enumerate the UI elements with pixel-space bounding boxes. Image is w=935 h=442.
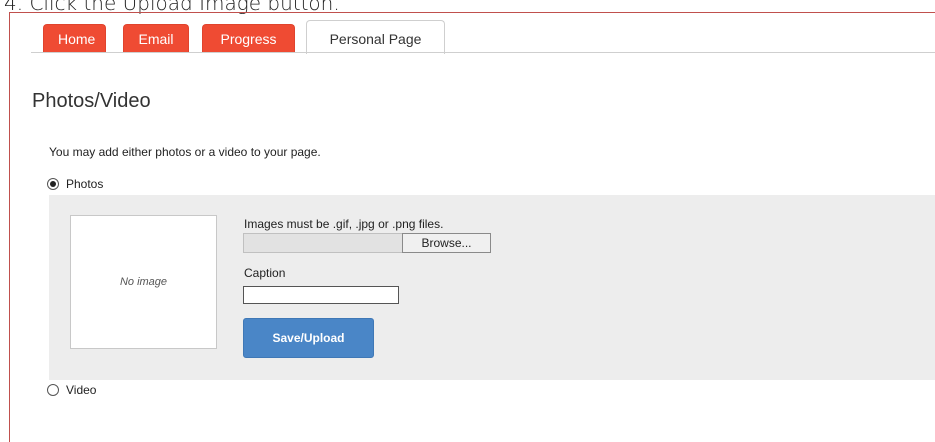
file-type-rules: Images must be .gif, .jpg or .png files. xyxy=(244,217,444,231)
browse-button[interactable]: Browse... xyxy=(402,233,491,253)
video-option[interactable]: Video xyxy=(47,383,96,397)
video-label: Video xyxy=(66,383,97,397)
photos-radio[interactable] xyxy=(47,178,59,190)
tab-bar-divider xyxy=(31,52,935,53)
page-title: Photos/Video xyxy=(32,90,151,112)
tab-progress[interactable]: Progress xyxy=(202,24,295,53)
caption-label: Caption xyxy=(244,266,286,280)
no-image-text: No image xyxy=(119,276,168,288)
photos-option[interactable]: Photos xyxy=(47,177,103,191)
intro-text: You may add either photos or a video to … xyxy=(49,145,321,159)
image-preview: No image xyxy=(70,215,217,349)
photos-label: Photos xyxy=(66,177,104,191)
caption-input[interactable] xyxy=(243,286,399,304)
video-radio[interactable] xyxy=(47,384,59,396)
tab-personal-page[interactable]: Personal Page xyxy=(306,20,445,54)
tab-email[interactable]: Email xyxy=(123,24,189,53)
file-path-field[interactable] xyxy=(243,233,403,253)
save-upload-button[interactable]: Save/Upload xyxy=(243,318,374,358)
tab-home[interactable]: Home xyxy=(43,24,106,53)
